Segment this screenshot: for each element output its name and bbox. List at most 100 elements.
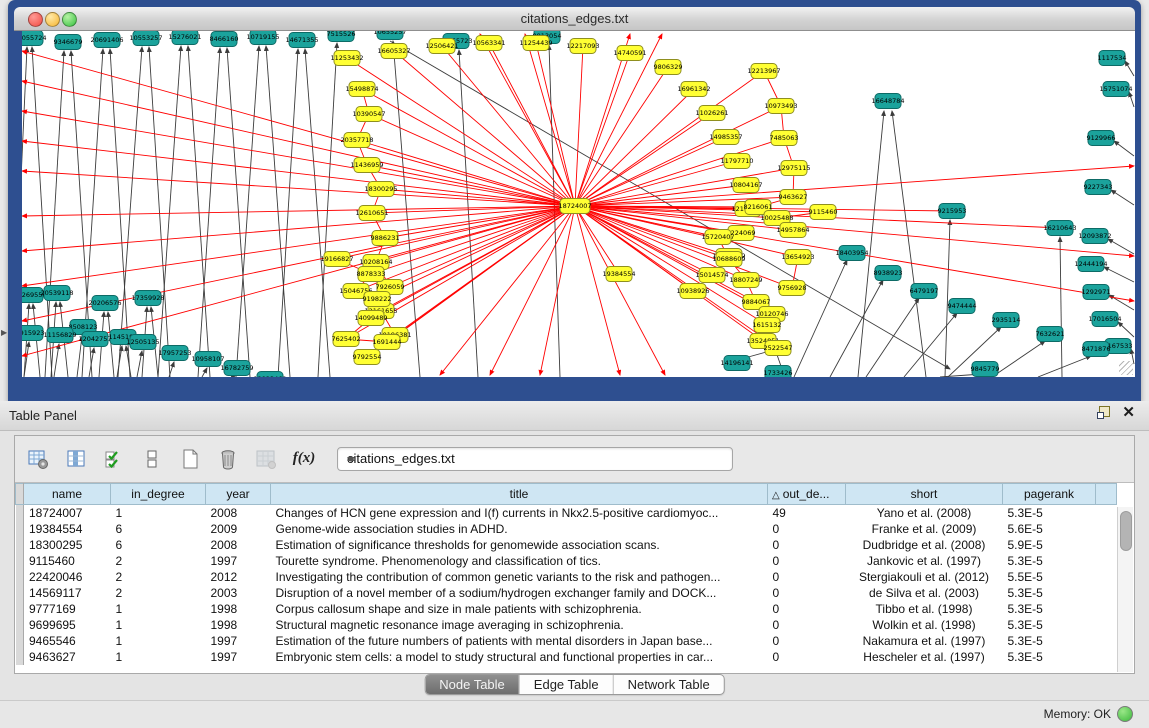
cell-in_degree[interactable]: 1 bbox=[111, 505, 206, 522]
cell-title[interactable]: Genome-wide association studies in ADHD. bbox=[271, 521, 768, 537]
close-panel-icon[interactable]: ✕ bbox=[1122, 406, 1135, 419]
citation-edge-red[interactable] bbox=[575, 206, 619, 274]
graph-node[interactable]: 17359928 bbox=[131, 291, 164, 306]
citation-edge-black[interactable] bbox=[794, 260, 847, 377]
citation-edge-red[interactable] bbox=[22, 111, 575, 206]
graph-node[interactable]: 9215953 bbox=[938, 204, 967, 219]
column-header-in_degree[interactable]: in_degree bbox=[111, 484, 206, 505]
graph-node[interactable]: 8466160 bbox=[210, 32, 239, 47]
graph-node[interactable]: 16648784 bbox=[871, 94, 904, 109]
citation-edge-black[interactable] bbox=[1118, 322, 1134, 337]
graph-node[interactable]: 1733426 bbox=[764, 366, 793, 378]
cell-pagerank[interactable]: 5.3E-5 bbox=[1003, 601, 1096, 617]
graph-node[interactable]: 9463627 bbox=[779, 190, 808, 205]
cell-short[interactable]: Nakamura et al. (1997) bbox=[846, 633, 1003, 649]
cell-out_de[interactable]: 0 bbox=[768, 585, 846, 601]
graph-node[interactable]: 12213967 bbox=[747, 64, 780, 79]
citation-edge-black[interactable] bbox=[992, 341, 1045, 377]
citation-edge-black[interactable] bbox=[1111, 190, 1134, 205]
citation-edge-black[interactable] bbox=[202, 368, 207, 377]
cell-short[interactable]: Tibbo et al. (1998) bbox=[846, 601, 1003, 617]
table-row[interactable]: 1938455462009Genome-wide association stu… bbox=[16, 521, 1117, 537]
graph-node[interactable]: 14985357 bbox=[709, 130, 742, 145]
citation-edge-black[interactable] bbox=[830, 280, 883, 377]
citation-edge-black[interactable] bbox=[188, 46, 210, 377]
citation-edge-red[interactable] bbox=[356, 206, 575, 291]
graph-node[interactable]: 20691406 bbox=[90, 33, 123, 48]
graph-node[interactable]: 20357718 bbox=[340, 133, 373, 148]
cell-out_de[interactable]: 0 bbox=[768, 633, 846, 649]
delete-column-button[interactable] bbox=[215, 446, 241, 472]
cell-in_degree[interactable]: 6 bbox=[111, 521, 206, 537]
citation-edge-black[interactable] bbox=[866, 298, 919, 377]
graph-node[interactable]: 10973493 bbox=[764, 99, 797, 114]
graph-node[interactable]: 8878333 bbox=[357, 267, 386, 282]
scrollbar-thumb[interactable] bbox=[1120, 511, 1132, 551]
cell-year[interactable]: 2008 bbox=[206, 537, 271, 553]
cell-pagerank[interactable]: 5.3E-5 bbox=[1003, 505, 1096, 522]
column-header-title[interactable]: title bbox=[271, 484, 768, 505]
cell-out_de[interactable]: 0 bbox=[768, 649, 846, 665]
cell-title[interactable]: Investigating the contribution of common… bbox=[271, 569, 768, 585]
citation-edge-black[interactable] bbox=[945, 220, 950, 377]
table-row[interactable]: 2242004622012Investigating the contribut… bbox=[16, 569, 1117, 585]
graph-node[interactable]: 9227343 bbox=[1084, 180, 1113, 195]
citation-edge-red[interactable] bbox=[22, 206, 575, 216]
cell-title[interactable]: Changes of HCN gene expression and I(f) … bbox=[271, 505, 768, 522]
cell-out_de[interactable]: 0 bbox=[768, 569, 846, 585]
graph-node[interactable]: 18300295 bbox=[364, 182, 397, 197]
graph-node[interactable]: 10804167 bbox=[729, 178, 762, 193]
graph-node[interactable]: 11253432 bbox=[330, 51, 363, 66]
column-header-name[interactable]: name bbox=[24, 484, 111, 505]
graph-node[interactable]: 15751074 bbox=[1099, 82, 1132, 97]
cell-in_degree[interactable]: 1 bbox=[111, 601, 206, 617]
column-header-out_de[interactable]: △out_de... bbox=[768, 484, 846, 505]
graph-node[interactable]: 11797710 bbox=[720, 154, 753, 169]
cell-name[interactable]: 22420046 bbox=[24, 569, 111, 585]
table-row[interactable]: 1872400712008Changes of HCN gene express… bbox=[16, 505, 1117, 522]
citation-edge-black[interactable] bbox=[1125, 61, 1134, 76]
graph-node[interactable]: 15014574 bbox=[695, 268, 728, 283]
cell-title[interactable]: Disruption of a novel member of a sodium… bbox=[271, 585, 768, 601]
citation-edge-red[interactable] bbox=[369, 114, 575, 206]
cell-name[interactable]: 18300295 bbox=[24, 537, 111, 553]
graph-node[interactable]: 9756928 bbox=[778, 281, 807, 296]
graph-node[interactable]: 1292971 bbox=[1082, 285, 1111, 300]
citation-edge-black[interactable] bbox=[1060, 237, 1062, 377]
graph-node[interactable]: 16961342 bbox=[677, 82, 710, 97]
graph-node[interactable]: 15498874 bbox=[345, 82, 378, 97]
citation-edge-red[interactable] bbox=[22, 51, 575, 206]
column-header-pagerank[interactable]: pagerank bbox=[1003, 484, 1096, 505]
network-canvas[interactable]: 2405572493466792069140610553257152760218… bbox=[22, 31, 1135, 377]
citation-edge-black[interactable] bbox=[1104, 267, 1134, 282]
graph-node[interactable]: 12444194 bbox=[1074, 257, 1107, 272]
graph-hub-node[interactable]: 18724007 bbox=[558, 199, 591, 214]
citation-edge-black[interactable] bbox=[459, 50, 478, 377]
citation-edge-red[interactable] bbox=[442, 46, 575, 206]
cell-short[interactable]: Stergiakouli et al. (2012) bbox=[846, 569, 1003, 585]
network-window-titlebar[interactable]: citations_edges.txt bbox=[14, 7, 1135, 31]
graph-node[interactable]: 12975115 bbox=[777, 161, 810, 176]
graph-node[interactable]: 18403954 bbox=[835, 246, 868, 261]
citation-edge-black[interactable] bbox=[137, 351, 142, 377]
cell-year[interactable]: 2003 bbox=[206, 585, 271, 601]
graph-node[interactable]: 13654923 bbox=[781, 250, 814, 265]
table-row[interactable]: 1830029562008Estimation of significance … bbox=[16, 537, 1117, 553]
cell-in_degree[interactable]: 2 bbox=[111, 569, 206, 585]
cell-pagerank[interactable]: 5.3E-5 bbox=[1003, 649, 1096, 665]
cell-out_de[interactable]: 0 bbox=[768, 617, 846, 633]
citation-edge-red[interactable] bbox=[371, 206, 575, 274]
citation-edge-red[interactable] bbox=[536, 43, 575, 206]
cell-year[interactable]: 1998 bbox=[206, 601, 271, 617]
graph-node[interactable]: 24055724 bbox=[22, 31, 47, 46]
cell-short[interactable]: Wolkin et al. (1998) bbox=[846, 617, 1003, 633]
cell-year[interactable]: 2008 bbox=[206, 505, 271, 522]
graph-node[interactable]: 14196141 bbox=[720, 356, 753, 371]
cell-out_de[interactable]: 0 bbox=[768, 553, 846, 569]
graph-node[interactable]: 12610651 bbox=[355, 206, 388, 221]
create-column-button[interactable] bbox=[177, 446, 203, 472]
graph-node[interactable]: 10938926 bbox=[676, 284, 709, 299]
citation-edge-red[interactable] bbox=[575, 206, 665, 375]
graph-node[interactable]: 2935114 bbox=[992, 313, 1021, 328]
citation-edge-black[interactable] bbox=[1038, 356, 1091, 377]
